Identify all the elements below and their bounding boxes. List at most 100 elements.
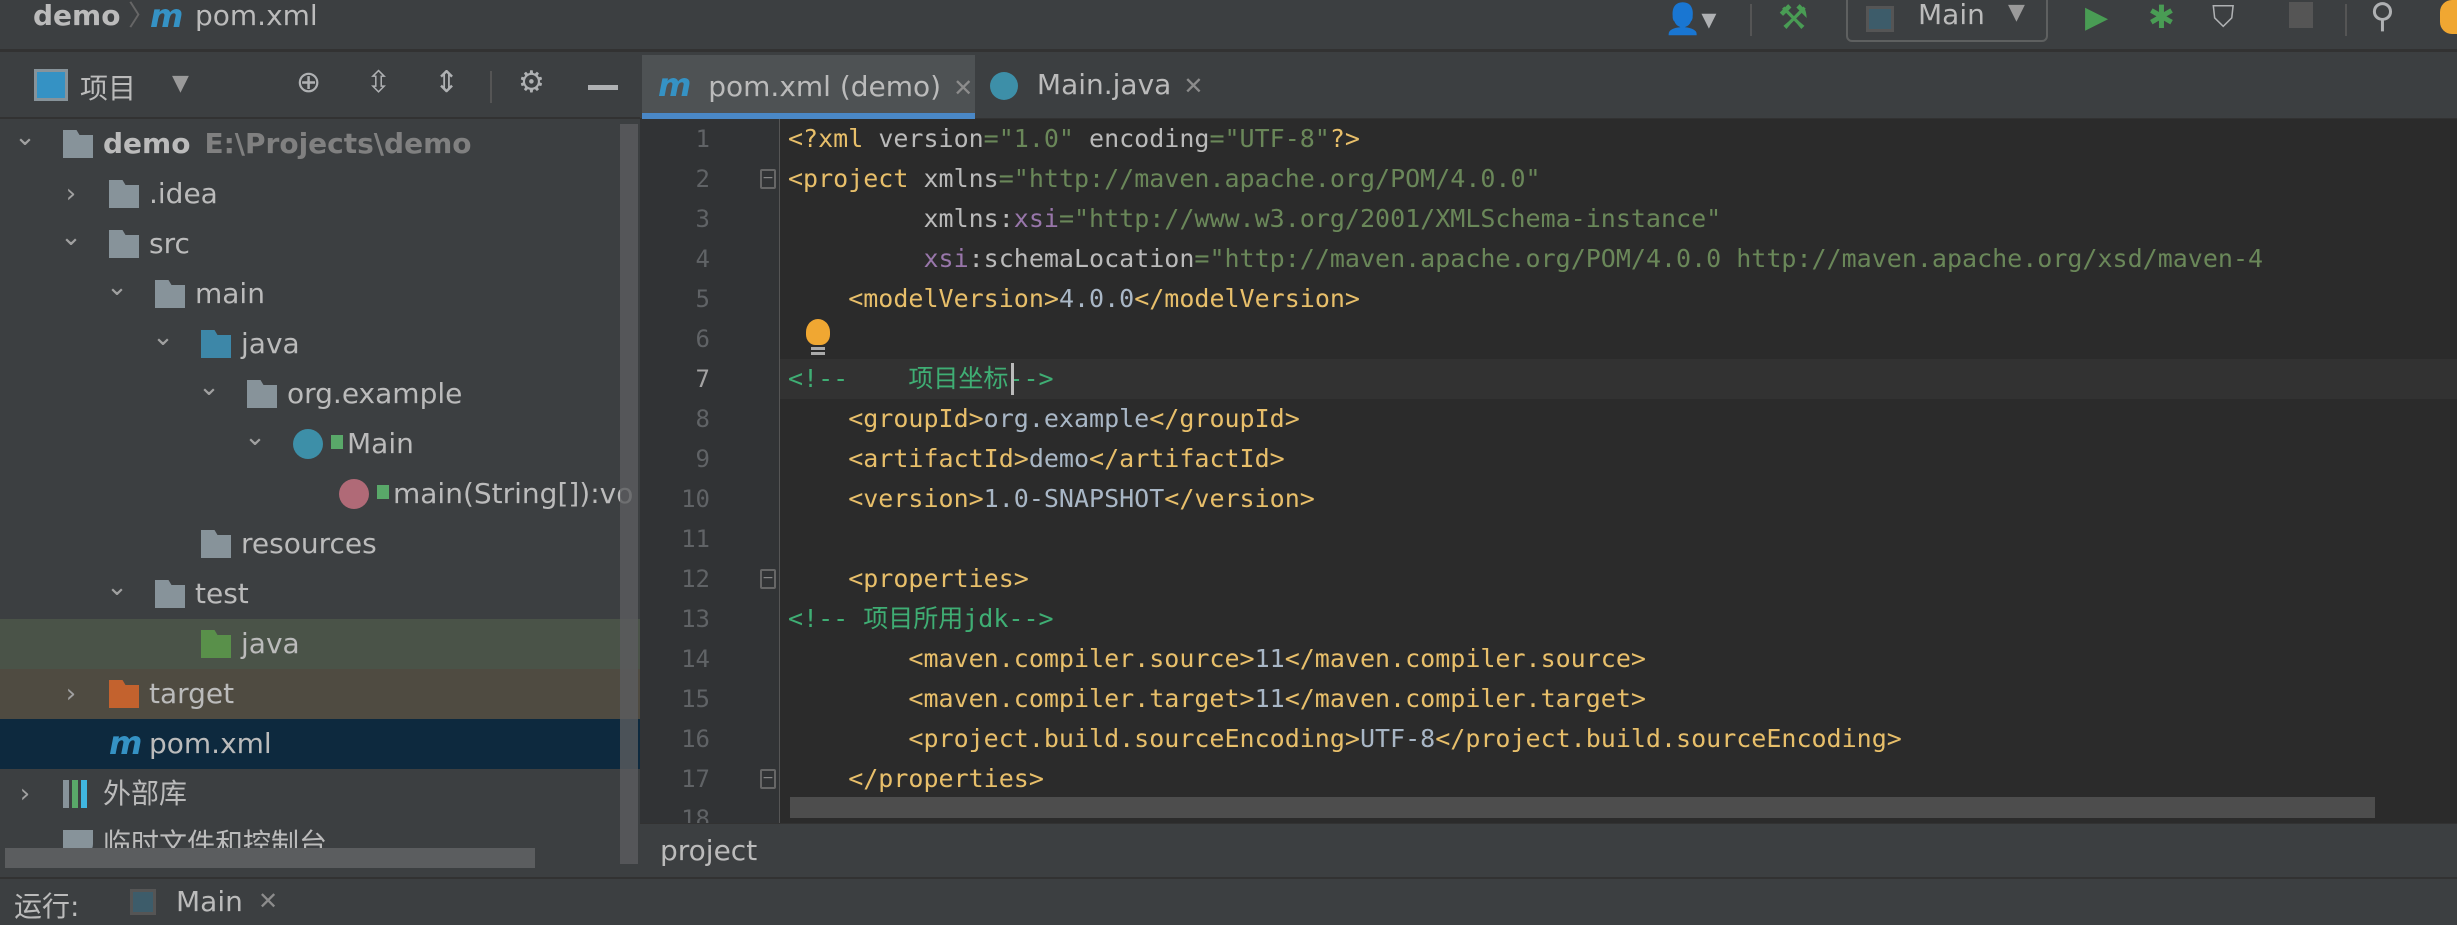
coverage-icon[interactable]: ⛉ <box>2212 0 2235 35</box>
tab-main-java[interactable]: Main.java ✕ <box>990 55 1220 119</box>
stop-icon[interactable] <box>2289 2 2313 28</box>
tree-item-label: 外部库 <box>103 777 188 810</box>
code-token-tag: </version> <box>1164 484 1315 513</box>
tree-item[interactable]: ⌄ demo E:\Projects\demo <box>0 119 640 169</box>
tree-item[interactable]: ⌄ src <box>0 219 640 269</box>
code-token-tag: <artifactId> <box>788 444 1029 473</box>
chevron-down-icon[interactable]: ⌄ <box>10 119 40 155</box>
code-editor[interactable]: 1 2 3 4 5 6 7 8 9 10 11 12 13 14 15 16 17 18− − − <?xml ver… <box>640 119 2457 823</box>
tree-item[interactable]: m pom.xml <box>0 719 640 769</box>
tree-vertical-scrollbar[interactable] <box>620 124 638 864</box>
hide-icon[interactable] <box>588 85 618 90</box>
code-token-attr: version <box>878 124 984 153</box>
tree-item-label: src <box>149 227 190 260</box>
build-hammer-icon[interactable]: ⚒ <box>1778 0 1808 38</box>
code-line[interactable]: <project xmlns="http://maven.apache.org/… <box>788 159 1541 199</box>
breadcrumb-file[interactable]: pom.xml <box>195 0 318 36</box>
tree-item[interactable]: ⌄ test <box>0 569 640 619</box>
debug-icon[interactable]: ✱ <box>2148 0 2175 36</box>
code-line[interactable]: <!-- 项目所用jdk--> <box>788 599 1054 639</box>
search-icon[interactable]: ⚲ <box>2370 0 2395 36</box>
code-token-ns: xsi <box>923 244 969 273</box>
tree-item[interactable]: › .idea <box>0 169 640 219</box>
class-icon <box>293 429 323 459</box>
tree-item[interactable]: › target <box>0 669 640 719</box>
code-token-tag: <project.build.sourceEncoding> <box>788 724 1360 753</box>
update-icon[interactable] <box>2440 0 2457 34</box>
locate-icon[interactable]: ⊕ <box>296 65 321 100</box>
tree-item[interactable]: ⌄ main <box>0 269 640 319</box>
tree-item[interactable]: ⌄ org.example <box>0 369 640 419</box>
close-icon[interactable]: ✕ <box>953 74 973 102</box>
code-line[interactable]: </properties> <box>788 759 1044 799</box>
tree-item-label: org.example <box>287 377 463 410</box>
chevron-down-icon[interactable]: ⌄ <box>194 369 224 405</box>
chevron-right-icon[interactable]: › <box>56 669 86 719</box>
run-config-select[interactable]: Main ▼ <box>1846 0 2048 42</box>
chevron-down-icon[interactable]: ⌄ <box>102 269 132 305</box>
code-token-val: ="http://www.w3.org/2001/XMLSchema-insta… <box>1058 204 1722 233</box>
code-line[interactable]: <properties> <box>788 559 1029 599</box>
code-token-tag: </groupId> <box>1149 404 1300 433</box>
run-icon[interactable]: ▶ <box>2085 0 2108 35</box>
run-config-label: Main <box>1918 0 1985 31</box>
tree-item[interactable]: main(String[]):vo <box>0 469 640 519</box>
tree-item[interactable]: resources <box>0 519 640 569</box>
chevron-down-icon[interactable]: ⌄ <box>102 569 132 605</box>
code-line[interactable]: <artifactId>demo</artifactId> <box>788 439 1285 479</box>
code-line[interactable]: <project.build.sourceEncoding>UTF-8</pro… <box>788 719 1902 759</box>
code-line[interactable]: <groupId>org.example</groupId> <box>788 399 1300 439</box>
code-token-attr: :schemaLocation <box>968 244 1195 273</box>
code-line[interactable]: xsi:schemaLocation="http://maven.apache.… <box>788 239 2263 279</box>
code-line[interactable]: <version>1.0-SNAPSHOT</version> <box>788 479 1315 519</box>
close-icon[interactable]: ✕ <box>258 887 278 915</box>
code-line[interactable]: <maven.compiler.target>11</maven.compile… <box>788 679 1646 719</box>
code-token-tag: </modelVersion> <box>1134 284 1360 313</box>
chevron-right-icon[interactable]: › <box>10 769 40 819</box>
code-token-cm: <!-- 项目所用jdk--> <box>788 604 1054 633</box>
code-token-txt: org.example <box>983 404 1150 433</box>
code-token-attr: xmlns <box>923 164 999 193</box>
chevron-down-icon: ▼ <box>2008 0 2025 25</box>
chevron-down-icon[interactable]: ⌄ <box>148 319 178 355</box>
tree-item-label: target <box>149 677 235 710</box>
lightbulb-icon[interactable] <box>804 319 830 357</box>
breadcrumb-project-tag[interactable]: project <box>660 834 757 867</box>
code-line[interactable]: <?xml version="1.0" encoding="UTF-8"?> <box>788 119 1360 159</box>
code-line[interactable]: xmlns:xsi="http://www.w3.org/2001/XMLSch… <box>788 199 1721 239</box>
collapse-all-icon[interactable]: ⇕ <box>434 65 459 100</box>
code-token-tag: </project.build.sourceEncoding> <box>1435 724 1902 753</box>
gear-icon[interactable]: ⚙ <box>518 65 545 100</box>
tree-item[interactable]: › 外部库 <box>0 769 640 819</box>
code-line[interactable]: <maven.compiler.source>11</maven.compile… <box>788 639 1646 679</box>
tree-item[interactable]: java <box>0 619 640 669</box>
chevron-down-icon[interactable]: ⌄ <box>56 219 86 255</box>
editor-horizontal-scrollbar[interactable] <box>790 797 2375 818</box>
tab-pom-xml[interactable]: m pom.xml (demo) ✕ <box>642 55 975 119</box>
breadcrumb-project[interactable]: demo <box>33 0 120 36</box>
library-icon <box>63 780 93 808</box>
public-lock-icon <box>331 435 343 449</box>
run-tab-main[interactable]: Main <box>176 885 243 918</box>
chevron-down-icon[interactable]: ▼ <box>172 71 189 96</box>
run-label: 运行: <box>14 890 80 923</box>
tree-item[interactable]: ⌄ Main <box>0 419 640 469</box>
tree-horizontal-scrollbar[interactable] <box>5 848 535 868</box>
folder-icon <box>109 230 139 258</box>
tool-window-title[interactable]: 项目 <box>80 67 136 107</box>
close-icon[interactable]: ✕ <box>1183 72 1203 100</box>
chevron-down-icon[interactable]: ⌄ <box>240 419 270 455</box>
package-icon <box>247 380 277 408</box>
chevron-right-icon[interactable]: › <box>56 169 86 219</box>
test-folder-icon <box>201 630 231 658</box>
user-icon[interactable]: 👤▾ <box>1664 2 1716 37</box>
tree-item[interactable]: ⌄ java <box>0 319 640 369</box>
maven-icon: m <box>109 724 143 762</box>
expand-all-icon[interactable]: ⇳ <box>366 65 391 100</box>
code-token-tag: ?> <box>1329 124 1360 153</box>
project-view-icon <box>34 69 68 101</box>
code-token-tag: <?xml <box>788 124 879 153</box>
public-lock-icon <box>377 485 389 499</box>
code-line[interactable]: <modelVersion>4.0.0</modelVersion> <box>788 279 1360 319</box>
code-token-tag: </maven.compiler.target> <box>1284 684 1646 713</box>
